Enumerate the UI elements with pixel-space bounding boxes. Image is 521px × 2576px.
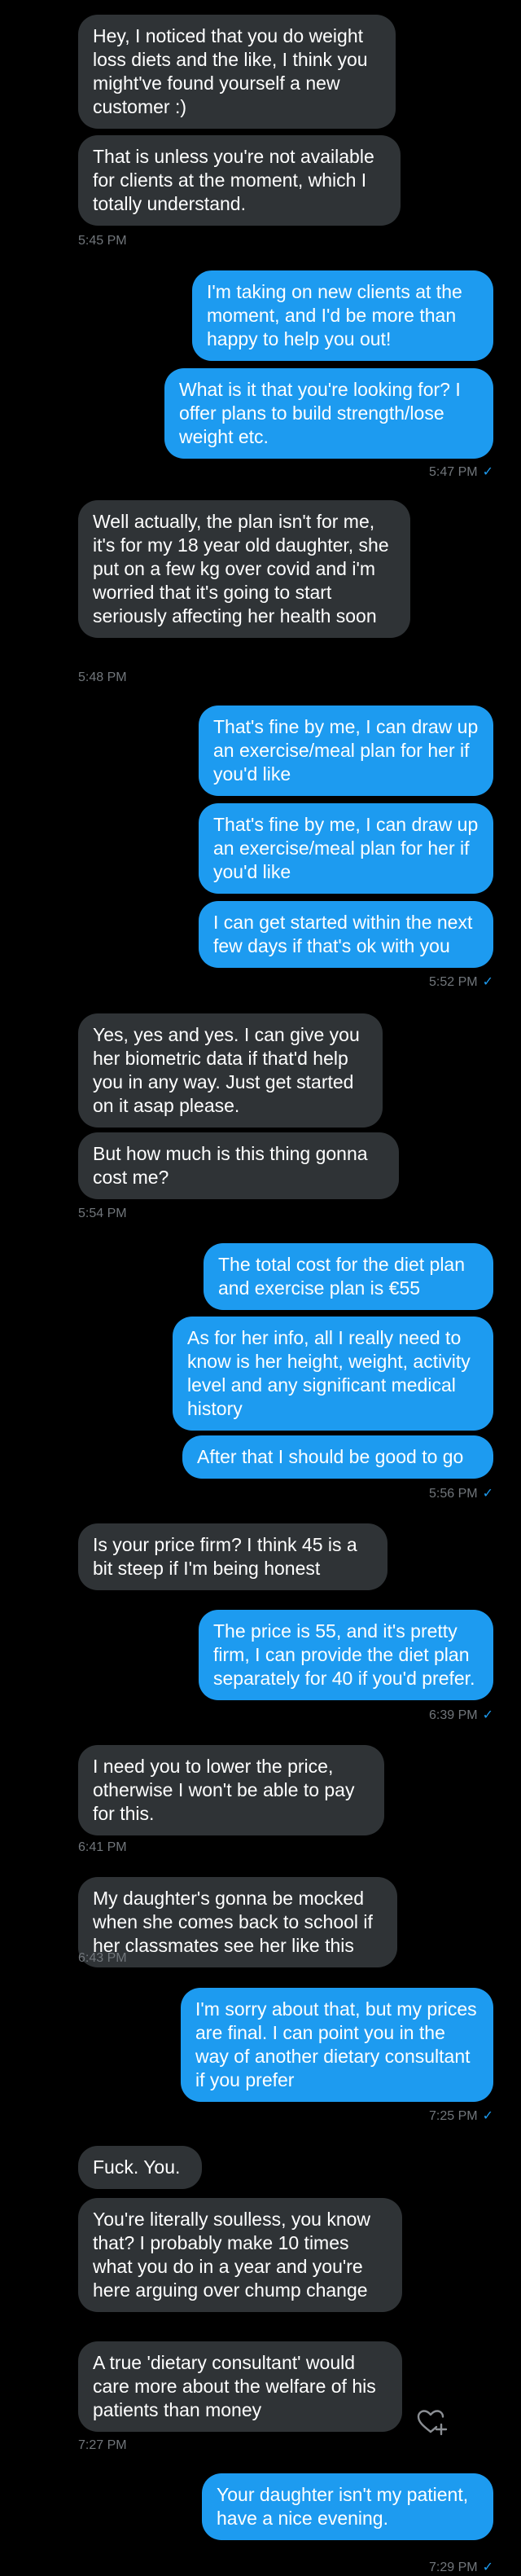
message-bubble-outgoing[interactable]: Your daughter isn't my patient, have a n… [202, 2473, 493, 2540]
check-icon: ✓ [482, 1708, 493, 1722]
message-bubble-incoming[interactable]: I need you to lower the price, otherwise… [78, 1745, 384, 1835]
check-icon: ✓ [482, 975, 493, 989]
message-bubble-outgoing[interactable]: As for her info, all I really need to kn… [173, 1317, 493, 1431]
message-timestamp: 5:48 PM [78, 670, 127, 684]
message-bubble-incoming[interactable]: But how much is this thing gonna cost me… [78, 1132, 399, 1199]
message-bubble-incoming[interactable]: Well actually, the plan isn't for me, it… [78, 500, 410, 638]
check-icon: ✓ [482, 2109, 493, 2123]
message-bubble-incoming[interactable]: You're literally soulless, you know that… [78, 2198, 402, 2312]
message-timestamp: 5:47 PM ✓ [429, 465, 493, 479]
message-timestamp: 7:27 PM [78, 2438, 127, 2452]
message-timestamp: 5:56 PM ✓ [429, 1487, 493, 1501]
conversation-thread: Hey, I noticed that you do weight loss d… [0, 0, 521, 2575]
check-icon: ✓ [482, 1487, 493, 1501]
message-bubble-outgoing[interactable]: I'm sorry about that, but my prices are … [181, 1988, 493, 2102]
message-bubble-outgoing[interactable]: That's fine by me, I can draw up an exer… [199, 803, 493, 894]
message-bubble-outgoing[interactable]: That's fine by me, I can draw up an exer… [199, 706, 493, 796]
message-timestamp: 6:43 PM [78, 1951, 127, 1965]
message-bubble-incoming[interactable]: Hey, I noticed that you do weight loss d… [78, 15, 396, 129]
message-bubble-incoming[interactable]: That is unless you're not available for … [78, 135, 401, 226]
heart-plus-icon-graphic [417, 2410, 448, 2436]
message-bubble-outgoing[interactable]: I'm taking on new clients at the moment,… [192, 270, 493, 361]
message-timestamp: 7:29 PM ✓ [429, 2561, 493, 2574]
message-timestamp: 6:39 PM ✓ [429, 1708, 493, 1722]
message-timestamp: 7:25 PM ✓ [429, 2109, 493, 2123]
message-bubble-outgoing[interactable]: The price is 55, and it's pretty firm, I… [199, 1610, 493, 1700]
heart-plus-icon[interactable] [414, 2405, 449, 2441]
message-bubble-incoming[interactable]: A true 'dietary consultant' would care m… [78, 2341, 402, 2432]
message-timestamp: 5:52 PM ✓ [429, 975, 493, 989]
message-bubble-incoming[interactable]: Yes, yes and yes. I can give you her bio… [78, 1013, 383, 1128]
check-icon: ✓ [482, 465, 493, 479]
message-bubble-outgoing[interactable]: The total cost for the diet plan and exe… [204, 1243, 493, 1310]
message-timestamp: 5:54 PM [78, 1207, 127, 1220]
message-bubble-incoming[interactable]: Is your price firm? I think 45 is a bit … [78, 1523, 387, 1590]
check-icon: ✓ [482, 2561, 493, 2574]
message-bubble-incoming[interactable]: Fuck. You. [78, 2146, 202, 2189]
message-bubble-outgoing[interactable]: What is it that you're looking for? I of… [164, 368, 493, 459]
message-timestamp: 5:45 PM [78, 234, 127, 248]
message-timestamp: 6:41 PM [78, 1840, 127, 1854]
message-bubble-outgoing[interactable]: I can get started within the next few da… [199, 901, 493, 968]
message-bubble-outgoing[interactable]: After that I should be good to go [182, 1435, 493, 1479]
